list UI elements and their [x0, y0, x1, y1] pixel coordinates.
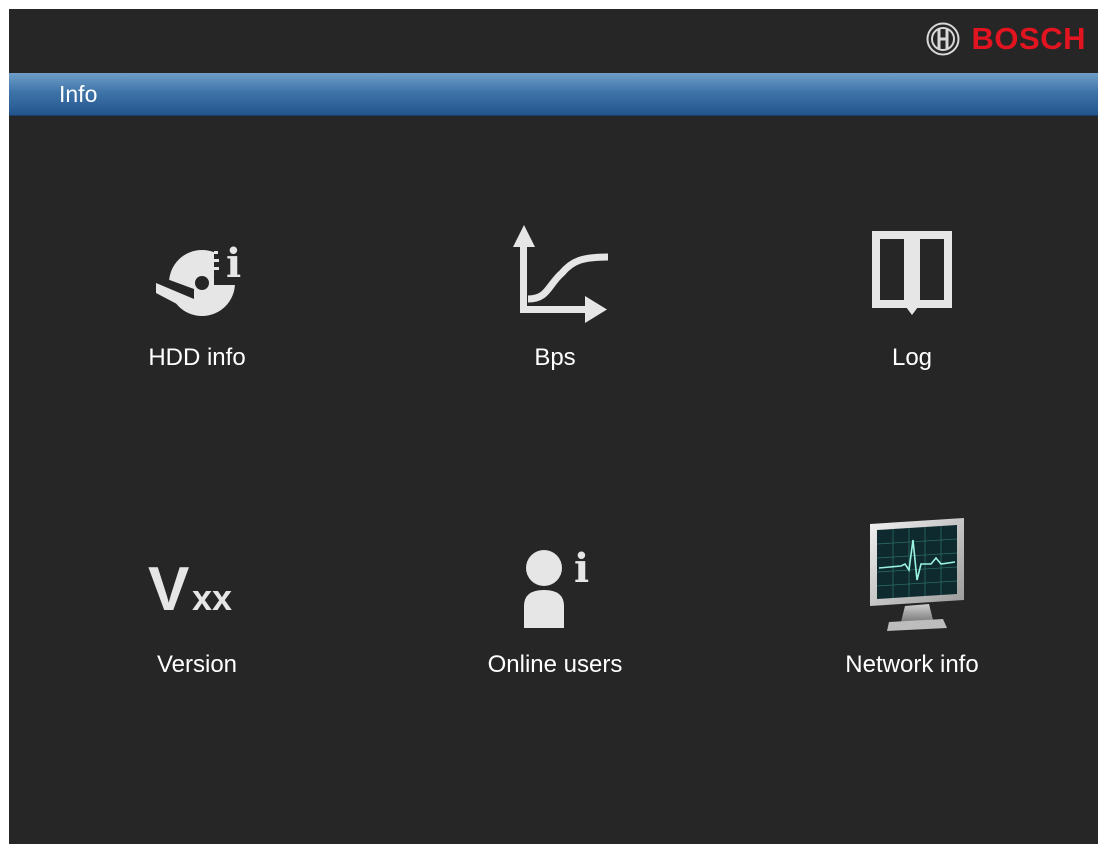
menu-tile-bps[interactable]: Bps [435, 225, 675, 395]
menu-tile-online-users[interactable]: i Online users [435, 534, 675, 704]
hdd-info-icon: i [142, 225, 252, 325]
brand-name: BOSCH [971, 21, 1086, 56]
version-vxx-icon: V xx [142, 534, 252, 634]
tile-label-network-info: Network info [845, 651, 979, 678]
tile-label-version: Version [156, 651, 238, 678]
title-bar: Info [9, 73, 1098, 116]
svg-text:i: i [226, 240, 241, 287]
log-book-icon [857, 225, 967, 325]
network-monitor-icon [857, 518, 967, 634]
tile-label-bps: Bps [534, 344, 576, 371]
top-bar: BOSCH [9, 9, 1098, 73]
page-title: Info [59, 81, 98, 107]
svg-text:xx: xx [192, 577, 232, 618]
info-screen: BOSCH Info i HDD info Bps Log V xx Versi… [9, 9, 1098, 844]
tile-label-log: Log [891, 344, 933, 371]
menu-tile-network-info[interactable]: Network info [792, 518, 1032, 688]
bosch-armature-emblem [926, 22, 960, 56]
menu-tile-log[interactable]: Log [792, 225, 1032, 395]
online-users-icon: i [500, 534, 610, 634]
bosch-logo: BOSCH [926, 21, 1086, 57]
menu-tile-version[interactable]: V xx Version [77, 534, 317, 704]
tile-label-online-users: Online users [487, 651, 623, 678]
tile-label-hdd-info: HDD info [148, 344, 246, 371]
bps-graph-icon [500, 225, 610, 325]
svg-text:V: V [148, 555, 189, 624]
svg-text:i: i [574, 545, 589, 592]
menu-tile-hdd-info[interactable]: i HDD info [77, 225, 317, 395]
